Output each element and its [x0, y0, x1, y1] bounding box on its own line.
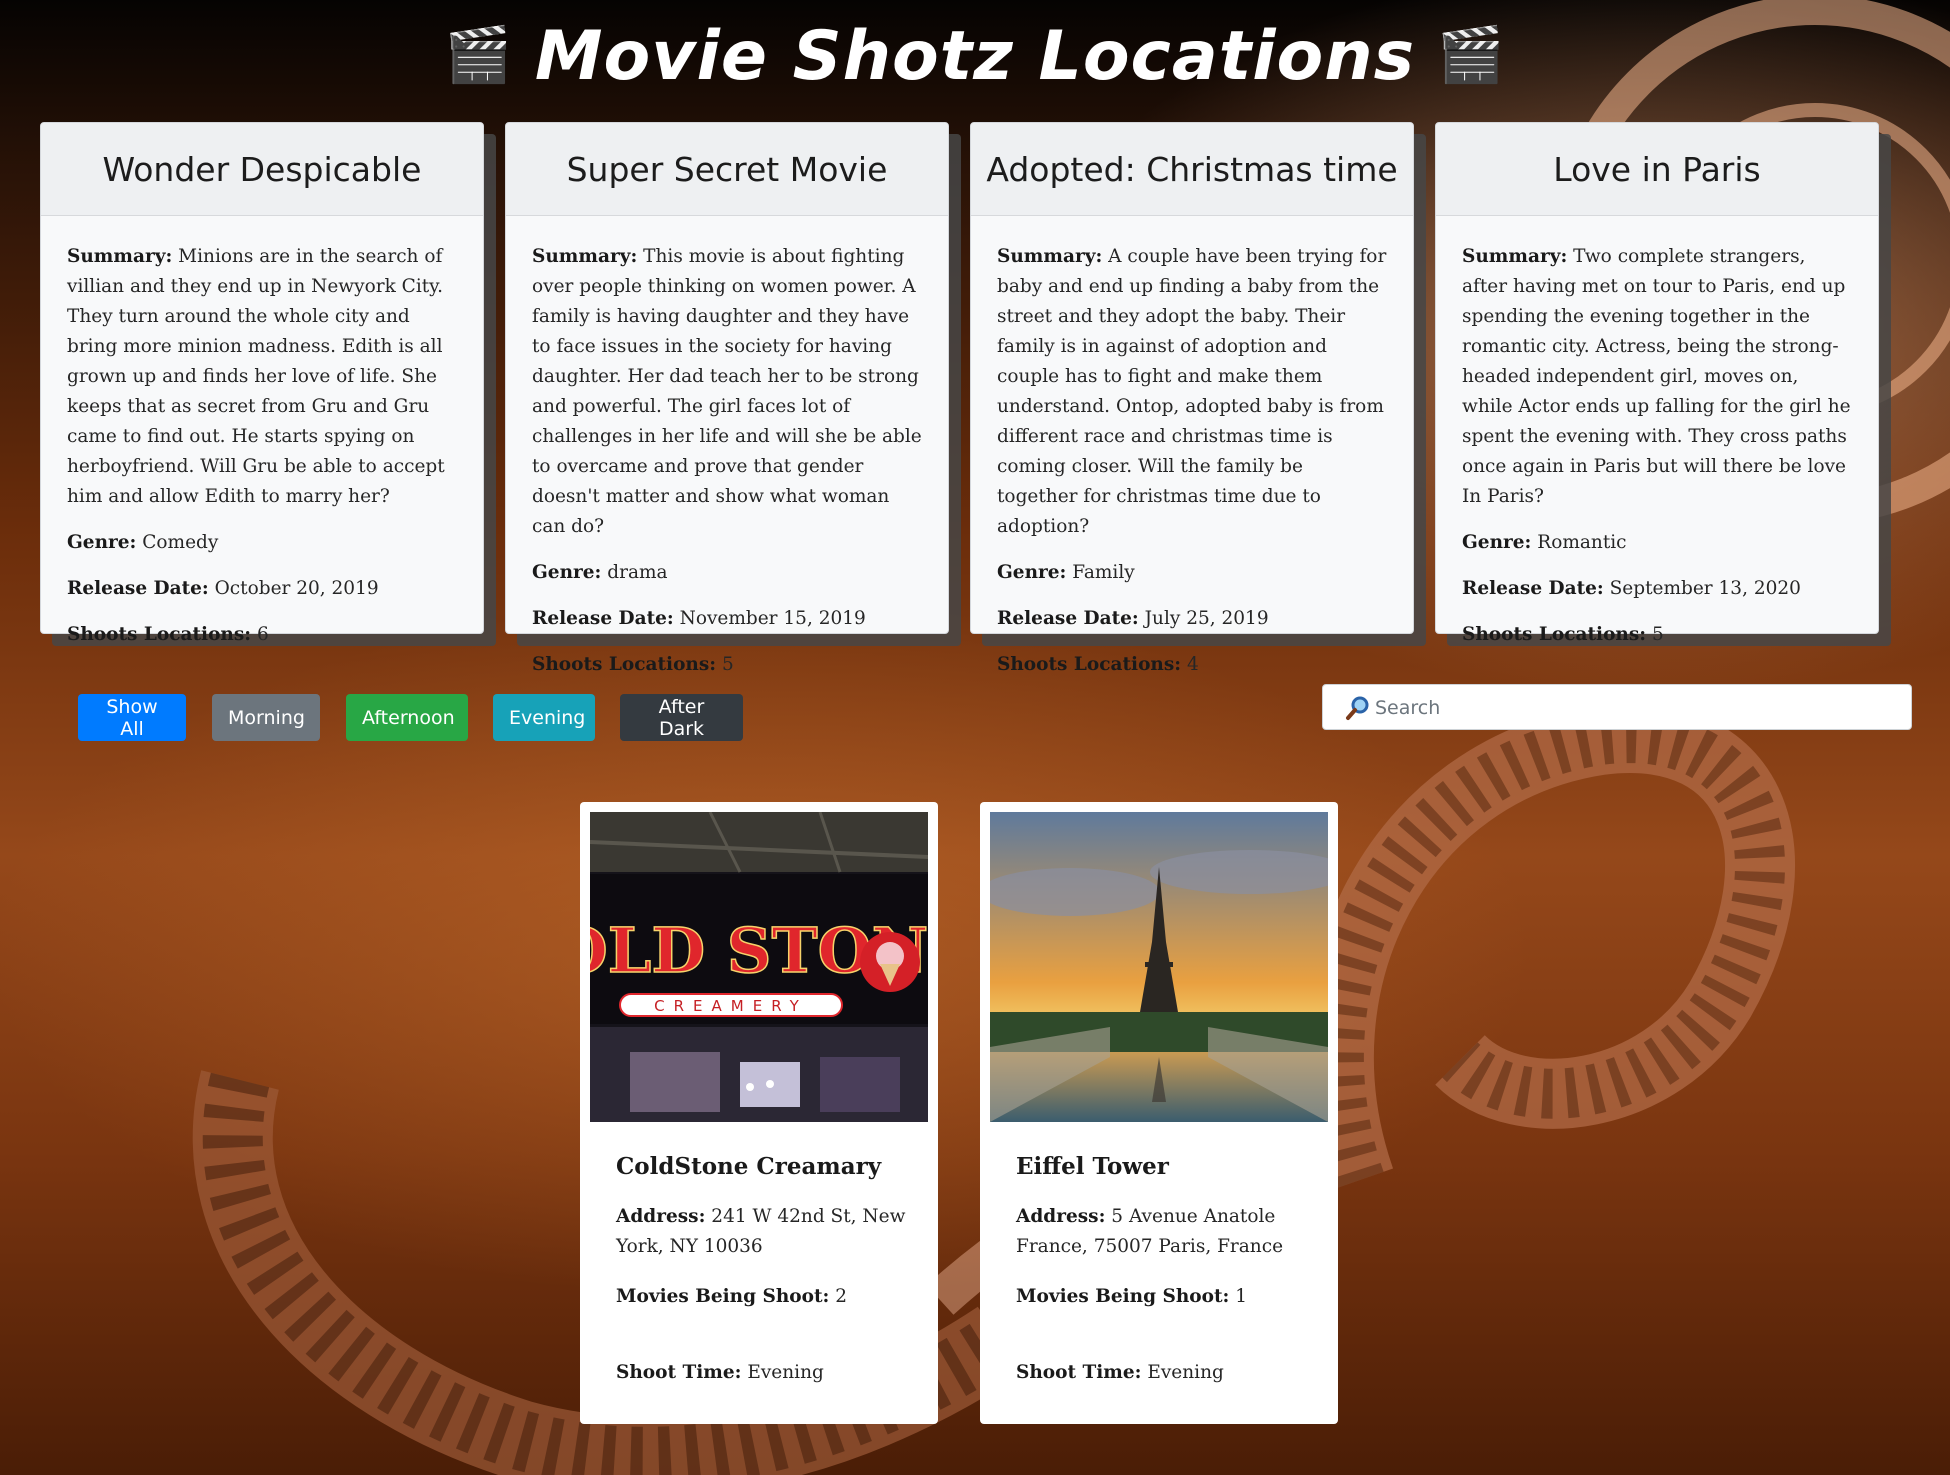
clapperboard-icon: 🎬: [444, 23, 513, 86]
page-title: 🎬 Movie Shotz Locations 🎬: [0, 10, 1950, 102]
movie-genre: Genre: drama: [532, 562, 668, 583]
filter-evening-button[interactable]: Evening: [493, 694, 595, 741]
location-card[interactable]: COLD STONE CREAMERY ColdStone Creamary A…: [580, 802, 938, 1424]
location-address: Address: 5 Avenue Anatole France, 75007 …: [1016, 1206, 1284, 1257]
search-input[interactable]: [1373, 689, 1897, 727]
location-movies-count: Movies Being Shoot: 1: [1016, 1286, 1248, 1307]
movie-release-date: Release Date: October 20, 2019: [67, 578, 379, 599]
location-photo: COLD STONE CREAMERY: [590, 812, 928, 1122]
movie-card: Super Secret Movie Summary: This movie i…: [505, 122, 949, 675]
movie-summary: Summary: Minions are in the search of vi…: [67, 246, 445, 507]
movie-card: Wonder Despicable Summary: Minions are i…: [40, 122, 484, 645]
movie-genre: Genre: Romantic: [1462, 532, 1627, 553]
movie-genre: Genre: Family: [997, 562, 1135, 583]
movie-title: Love in Paris: [1436, 123, 1878, 216]
location-shoot-time: Shoot Time: Evening: [616, 1362, 824, 1383]
location-name: Eiffel Tower: [1016, 1153, 1169, 1180]
magnifier-icon: [1346, 696, 1369, 720]
movie-shoot-locations: Shoots Locations: 4: [997, 654, 1199, 675]
movie-title: Wonder Despicable: [41, 123, 483, 216]
movie-title: Adopted: Christmas time: [971, 123, 1413, 216]
filter-morning-button[interactable]: Morning: [212, 694, 320, 741]
filter-afternoon-button[interactable]: Afternoon: [346, 694, 468, 741]
location-movies-count: Movies Being Shoot: 2: [616, 1286, 848, 1307]
movie-summary: Summary: A couple have been trying for b…: [997, 246, 1387, 537]
movie-shoot-locations: Shoots Locations: 6: [67, 624, 269, 645]
movie-release-date: Release Date: November 15, 2019: [532, 608, 866, 629]
svg-text:CREAMERY: CREAMERY: [654, 997, 808, 1015]
search-box[interactable]: [1322, 684, 1912, 730]
movie-summary: Summary: This movie is about fighting ov…: [532, 246, 922, 537]
movie-shoot-locations: Shoots Locations: 5: [532, 654, 734, 675]
movie-release-date: Release Date: September 13, 2020: [1462, 578, 1801, 599]
movie-card: Adopted: Christmas time Summary: A coupl…: [970, 122, 1414, 675]
location-photo: [990, 812, 1328, 1122]
clapperboard-icon: 🎬: [1437, 23, 1506, 86]
movie-title: Super Secret Movie: [506, 123, 948, 216]
location-name: ColdStone Creamary: [616, 1153, 882, 1180]
location-shoot-time: Shoot Time: Evening: [1016, 1362, 1224, 1383]
filter-after-dark-button[interactable]: After Dark: [620, 694, 743, 741]
movie-shoot-locations: Shoots Locations: 5: [1462, 624, 1664, 645]
page-title-text: Movie Shotz Locations: [534, 17, 1416, 96]
filter-show-all-button[interactable]: Show All: [78, 694, 186, 741]
location-address: Address: 241 W 42nd St, New York, NY 100…: [616, 1206, 906, 1257]
movie-release-date: Release Date: July 25, 2019: [997, 608, 1269, 629]
location-card[interactable]: Eiffel Tower Address: 5 Avenue Anatole F…: [980, 802, 1338, 1424]
movie-genre: Genre: Comedy: [67, 532, 219, 553]
movie-summary: Summary: Two complete strangers, after h…: [1462, 246, 1851, 507]
movie-card: Love in Paris Summary: Two complete stra…: [1435, 122, 1879, 645]
